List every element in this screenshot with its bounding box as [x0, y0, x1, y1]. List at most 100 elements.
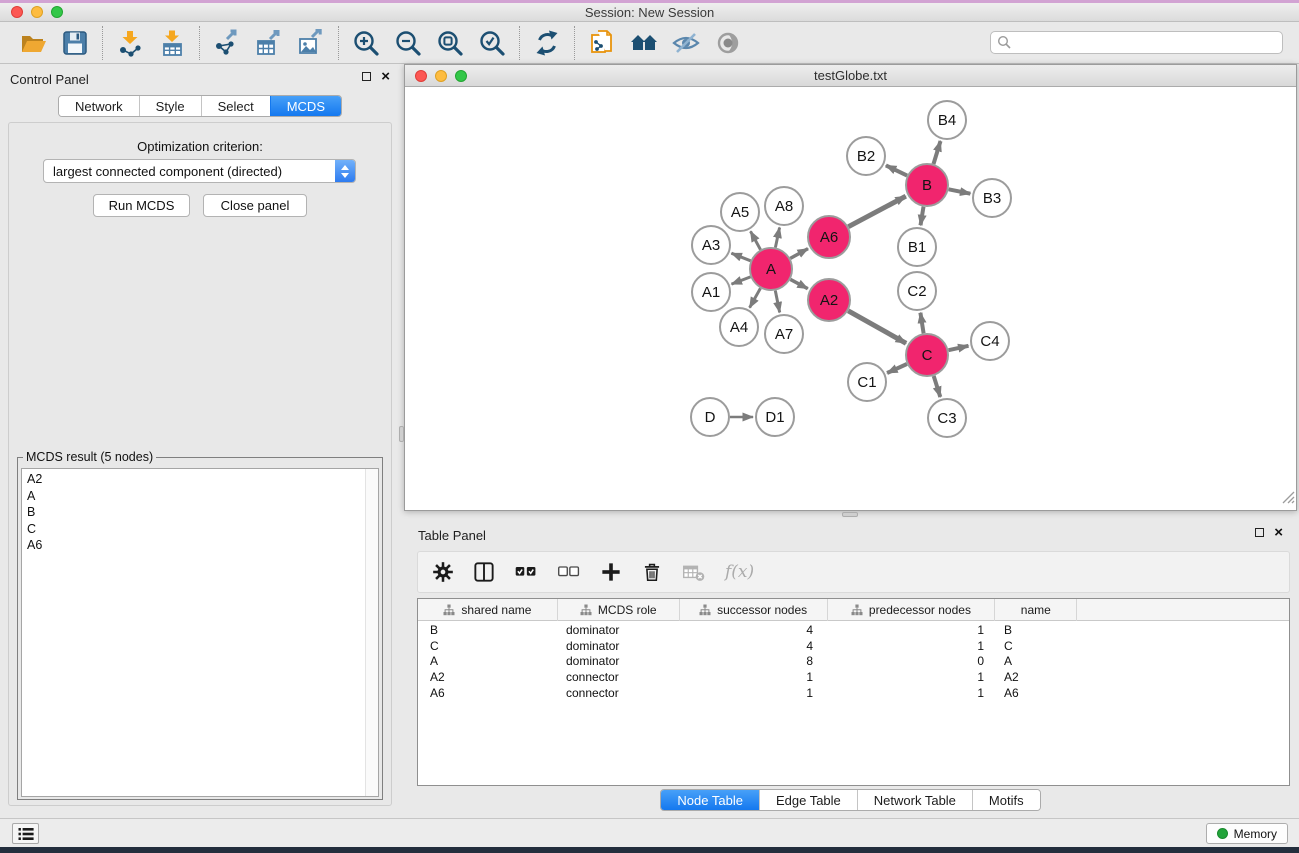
graph-node-B3[interactable]: B3 [973, 179, 1011, 217]
table-row[interactable]: Cdominator41C [418, 638, 1289, 654]
table-row[interactable]: A2connector11A2 [418, 669, 1289, 685]
table-row[interactable]: Bdominator41B [418, 622, 1289, 638]
result-item[interactable]: A [22, 488, 378, 505]
result-item[interactable]: C [22, 521, 378, 538]
table-settings-gear-icon[interactable] [432, 561, 454, 583]
refresh-icon[interactable] [533, 29, 561, 57]
tab-network[interactable]: Network [59, 96, 139, 116]
result-item[interactable]: B [22, 504, 378, 521]
select-all-columns-icon[interactable] [514, 561, 538, 583]
graph-edge-A-A1[interactable] [732, 277, 751, 284]
column-header-successor-nodes[interactable]: successor nodes [680, 599, 828, 621]
graph-node-C[interactable]: C [906, 334, 948, 376]
zoom-in-icon[interactable] [352, 29, 380, 57]
import-table-icon[interactable] [158, 29, 186, 57]
graph-edge-A-A4[interactable] [750, 288, 761, 307]
automation-list-button[interactable] [12, 823, 39, 844]
network-window-titlebar[interactable]: testGlobe.txt [405, 65, 1296, 87]
graph-node-A4[interactable]: A4 [720, 308, 758, 346]
graph-node-B[interactable]: B [906, 164, 948, 206]
tab-select[interactable]: Select [201, 96, 270, 116]
graph-node-D[interactable]: D [691, 398, 729, 436]
search-input[interactable] [990, 31, 1283, 54]
duplicate-network-icon[interactable] [588, 29, 616, 57]
export-table-icon[interactable] [255, 29, 283, 57]
zoom-selected-icon[interactable] [478, 29, 506, 57]
graph-node-A2[interactable]: A2 [808, 279, 850, 321]
criterion-dropdown[interactable]: largest connected component (directed) [43, 159, 356, 183]
float-panel-icon[interactable] [362, 72, 371, 81]
import-network-icon[interactable] [116, 29, 144, 57]
graph-edge-A2-C[interactable] [848, 311, 906, 344]
panel-divider-handle[interactable] [399, 426, 404, 442]
deselect-all-columns-icon[interactable] [557, 561, 581, 583]
memory-button[interactable]: Memory [1206, 823, 1288, 844]
mcds-result-list[interactable]: A2ABCA6 [21, 468, 379, 797]
graph-node-A7[interactable]: A7 [765, 315, 803, 353]
tab-style[interactable]: Style [139, 96, 201, 116]
graph-edge-C-C2[interactable] [920, 313, 923, 334]
panel-divider-handle[interactable] [842, 512, 858, 517]
home-browser-icon[interactable] [630, 29, 658, 57]
graph-node-C2[interactable]: C2 [898, 272, 936, 310]
tab-node-table[interactable]: Node Table [661, 790, 759, 810]
show-eye-icon[interactable] [714, 29, 742, 57]
graph-node-A8[interactable]: A8 [765, 187, 803, 225]
graph-edge-A-A6[interactable] [790, 249, 808, 259]
graph-edge-C-C1[interactable] [887, 364, 907, 373]
column-header-name[interactable]: name [995, 599, 1077, 621]
table-row[interactable]: Adominator80A [418, 653, 1289, 669]
resize-grip-icon[interactable] [1282, 491, 1295, 509]
tab-mcds[interactable]: MCDS [270, 96, 341, 116]
table-row[interactable]: A6connector11A6 [418, 685, 1289, 701]
graph-node-A1[interactable]: A1 [692, 273, 730, 311]
tab-network-table[interactable]: Network Table [857, 790, 972, 810]
column-header-predecessor-nodes[interactable]: predecessor nodes [828, 599, 996, 621]
graph-node-D1[interactable]: D1 [756, 398, 794, 436]
open-session-icon[interactable] [19, 29, 47, 57]
tab-edge-table[interactable]: Edge Table [759, 790, 857, 810]
close-table-panel-icon[interactable]: × [1274, 527, 1283, 538]
graph-edge-A-A3[interactable] [731, 253, 750, 261]
result-scrollbar[interactable] [365, 469, 378, 796]
close-panel-button[interactable]: Close panel [203, 194, 307, 217]
graph-edge-C-C3[interactable] [934, 376, 941, 397]
run-mcds-button[interactable]: Run MCDS [93, 194, 190, 217]
hide-glasses-icon[interactable] [672, 29, 700, 57]
graph-node-B2[interactable]: B2 [847, 137, 885, 175]
zoom-out-icon[interactable] [394, 29, 422, 57]
save-session-icon[interactable] [61, 29, 89, 57]
create-column-plus-icon[interactable] [600, 561, 622, 583]
graph-node-C3[interactable]: C3 [928, 399, 966, 437]
zoom-fit-icon[interactable] [436, 29, 464, 57]
graph-edge-B-B1[interactable] [921, 207, 924, 226]
graph-node-A5[interactable]: A5 [721, 193, 759, 231]
graph-edge-B-B4[interactable] [934, 141, 941, 164]
result-item[interactable]: A6 [22, 537, 378, 554]
export-image-icon[interactable] [297, 29, 325, 57]
graph-edge-C-C4[interactable] [949, 346, 969, 350]
graph-edge-A-A5[interactable] [751, 231, 761, 249]
graph-edge-B-B3[interactable] [949, 189, 971, 193]
graph-node-A3[interactable]: A3 [692, 226, 730, 264]
export-network-icon[interactable] [213, 29, 241, 57]
graph-node-B1[interactable]: B1 [898, 228, 936, 266]
graph-node-C4[interactable]: C4 [971, 322, 1009, 360]
result-item[interactable]: A2 [22, 469, 378, 488]
graph-edge-A6-B[interactable] [848, 196, 905, 227]
show-columns-icon[interactable] [473, 561, 495, 583]
graph-node-B4[interactable]: B4 [928, 101, 966, 139]
graph-node-A[interactable]: A [750, 248, 792, 290]
network-canvas[interactable]: A A1 A2 A3 A4 A5 A6 A7 A8 B B1 B2 B3 B4 C C1 C2 C3 C4 D D1 [405, 87, 1296, 510]
close-panel-icon[interactable]: × [381, 71, 390, 82]
graph-node-C1[interactable]: C1 [848, 363, 886, 401]
graph-node-A6[interactable]: A6 [808, 216, 850, 258]
graph-edge-A-A2[interactable] [790, 279, 807, 288]
graph-edge-A-A7[interactable] [775, 291, 779, 313]
graph-edge-B-B2[interactable] [886, 165, 907, 175]
column-header-MCDS-role[interactable]: MCDS role [558, 599, 680, 621]
delete-column-trash-icon[interactable] [641, 561, 663, 583]
column-header-shared-name[interactable]: shared name [418, 599, 558, 621]
graph-edge-A-A8[interactable] [775, 228, 779, 248]
tab-motifs[interactable]: Motifs [972, 790, 1040, 810]
